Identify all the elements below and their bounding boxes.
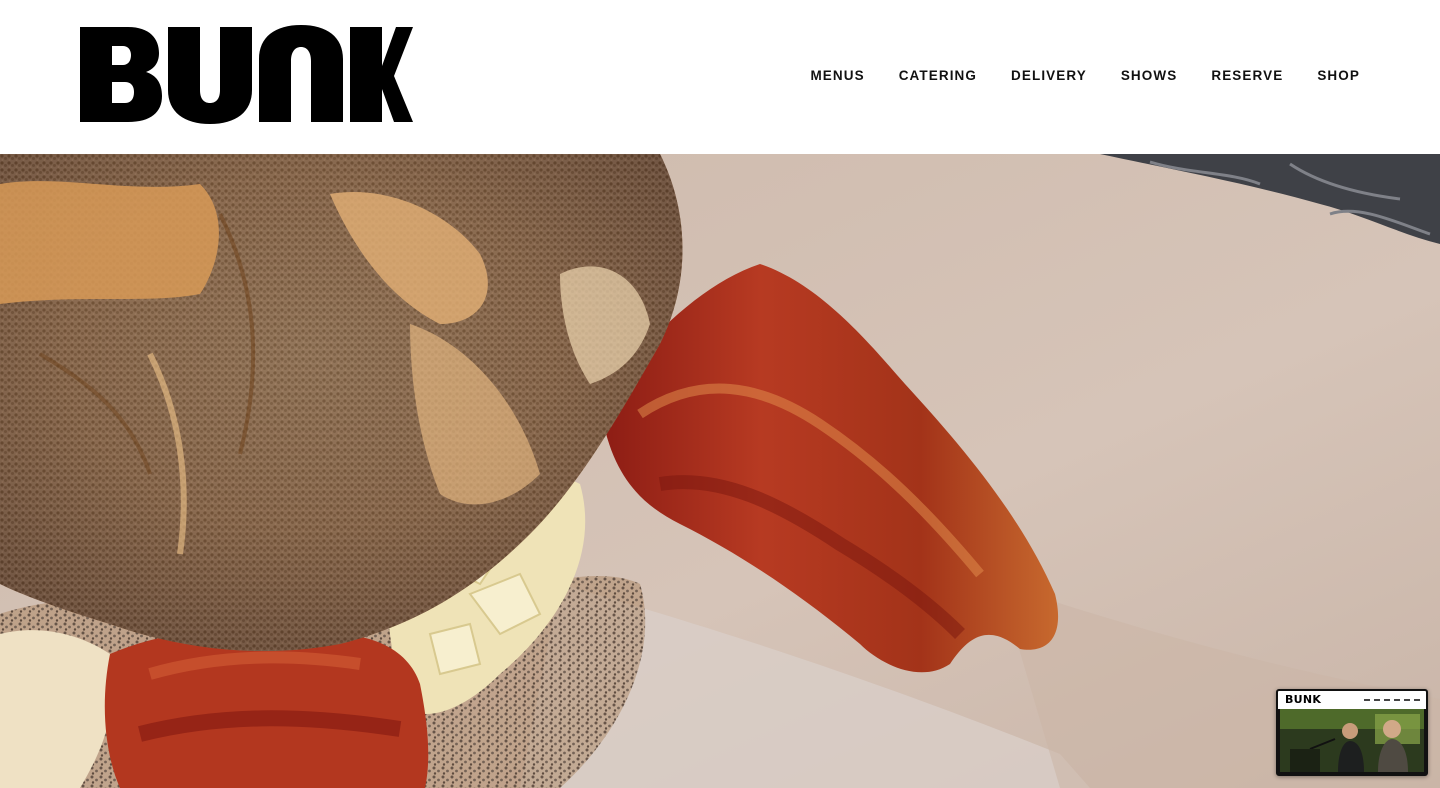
- sandwich-photo: [0, 154, 1440, 788]
- live-music-video-thumbnail: [1280, 709, 1424, 772]
- bunk-logo[interactable]: [80, 24, 413, 125]
- nav-menus[interactable]: MENUS: [810, 66, 864, 86]
- mini-card-logo: BUNK: [1285, 693, 1322, 706]
- nav-catering[interactable]: CATERING: [899, 66, 977, 86]
- mini-card-header: BUNK: [1278, 691, 1426, 709]
- main-nav: MENUS CATERING DELIVERY SHOWS RESERVE SH…: [810, 66, 1360, 86]
- nav-delivery[interactable]: DELIVERY: [1011, 66, 1087, 86]
- nav-shows[interactable]: SHOWS: [1121, 66, 1178, 86]
- nav-reserve[interactable]: RESERVE: [1211, 66, 1283, 86]
- hero-image: [0, 154, 1440, 788]
- mini-card-nav: [1364, 699, 1420, 701]
- bunk-logo-wordmark: [80, 25, 413, 124]
- nav-shop[interactable]: SHOP: [1317, 66, 1360, 86]
- video-thumbnail-card[interactable]: BUNK: [1276, 689, 1428, 776]
- site-header: MENUS CATERING DELIVERY SHOWS RESERVE SH…: [0, 0, 1440, 154]
